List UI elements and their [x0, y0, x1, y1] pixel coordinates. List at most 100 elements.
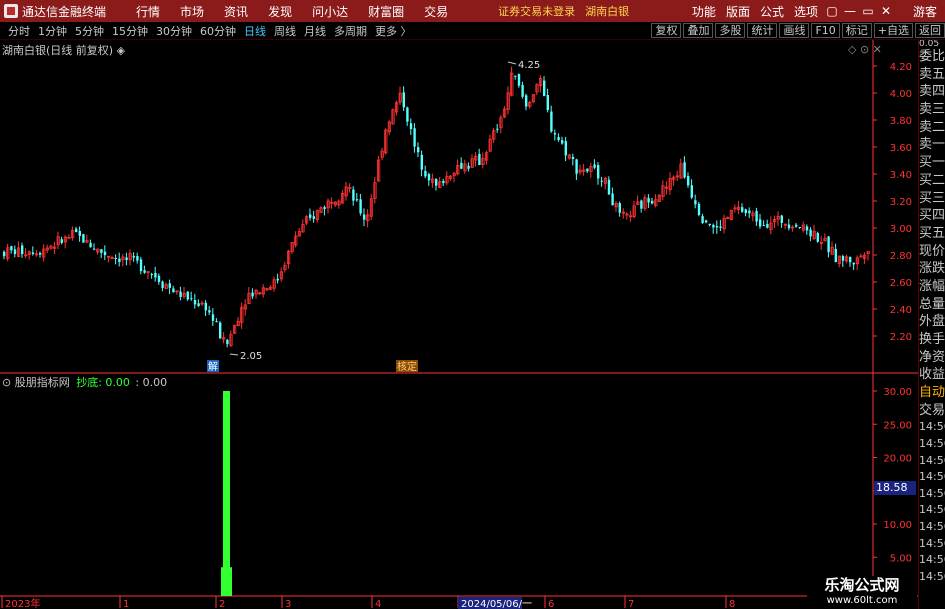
tab-weekly[interactable]: 周线: [270, 23, 300, 39]
tab-5min[interactable]: 5分钟: [71, 23, 108, 39]
menu-item-discover[interactable]: 发现: [258, 3, 302, 20]
quote-label[interactable]: 买五: [919, 225, 945, 243]
candle-body: [553, 133, 557, 135]
close-icon[interactable]: ✕: [877, 4, 895, 18]
guest-user[interactable]: 游客: [913, 3, 937, 20]
statistics-button[interactable]: 统计: [747, 23, 778, 38]
menu-item-function[interactable]: 功能: [687, 3, 721, 20]
candle-body: [82, 234, 85, 243]
menu-item-wealth[interactable]: 财富圈: [358, 3, 414, 20]
quote-label[interactable]: 买一: [919, 154, 945, 172]
candle-body: [712, 224, 715, 228]
login-notice[interactable]: 证券交易未登录: [498, 3, 575, 19]
back-button[interactable]: 返回: [915, 23, 945, 38]
add-watchlist-button[interactable]: +自选: [873, 23, 913, 38]
quote-label[interactable]: 卖五: [919, 66, 945, 84]
menu-item-quotes[interactable]: 行情: [126, 3, 170, 20]
candle-body: [719, 226, 722, 228]
candle-body: [557, 137, 560, 141]
candle-body: [521, 84, 524, 97]
date-label: 7: [628, 599, 634, 609]
candle-body: [849, 256, 852, 263]
quote-label[interactable]: 卖一: [919, 136, 945, 154]
high-marker-label: 4.25: [518, 60, 540, 71]
price-tick-label: 4.20: [890, 62, 912, 73]
candle-body: [424, 170, 427, 177]
quote-label[interactable]: 净资: [919, 349, 945, 367]
tab-30min[interactable]: 30分钟: [152, 23, 196, 39]
candle-body: [694, 200, 697, 205]
tab-monthly[interactable]: 月线: [300, 23, 330, 39]
trade-time: 14:56: [919, 553, 945, 567]
menu-item-layout[interactable]: 版面: [721, 3, 755, 20]
quote-label[interactable]: 现价: [919, 243, 945, 261]
candle-body: [359, 199, 362, 214]
restore-layout-icon[interactable]: ▢: [823, 4, 841, 18]
price-tick-label: 3.40: [890, 170, 912, 181]
price-tick-label: 2.20: [890, 332, 912, 343]
quote-label[interactable]: 买二: [919, 172, 945, 190]
tab-more[interactable]: 更多 〉: [371, 23, 416, 39]
candle-body: [89, 242, 92, 248]
overlay-button[interactable]: 叠加: [683, 23, 714, 38]
watermark-url: www.60lt.com: [826, 595, 898, 606]
indicator-tick-label: 25.00: [883, 420, 912, 431]
multi-stock-button[interactable]: 多股: [715, 23, 746, 38]
f10-button[interactable]: F10: [811, 23, 840, 38]
quote-label[interactable]: 卖四: [919, 83, 945, 101]
candle-body: [363, 214, 366, 220]
quote-label[interactable]: 委比: [919, 48, 945, 66]
quote-label[interactable]: 总量: [919, 296, 945, 314]
date-label: 1: [123, 599, 129, 609]
tab-1min[interactable]: 1分钟: [34, 23, 71, 39]
trade-time: 14:56: [919, 453, 945, 467]
candle-body: [276, 278, 279, 281]
quote-label[interactable]: 卖三: [919, 101, 945, 119]
tab-intraday[interactable]: 分时: [4, 23, 34, 39]
main-menu: 行情 市场 资讯 发现 问小达 财富圈 交易: [126, 3, 458, 20]
quote-label[interactable]: 卖二: [919, 119, 945, 137]
tab-60min[interactable]: 60分钟: [196, 23, 240, 39]
quote-label[interactable]: 外盘: [919, 313, 945, 331]
indicator-collapse-icon[interactable]: ⊙: [2, 376, 11, 389]
kline-chart[interactable]: 4.20 4.00 3.80 3.60 3.40 3.20 3.00 2.80 2.60 2.40…: [0, 40, 918, 609]
quote-label[interactable]: 买三: [919, 190, 945, 208]
date-label: 8: [729, 599, 735, 609]
menu-item-market[interactable]: 市场: [170, 3, 214, 20]
candle-body: [312, 216, 315, 219]
quote-label[interactable]: 涨跌: [919, 260, 945, 278]
draw-line-button[interactable]: 画线: [779, 23, 810, 38]
maximize-icon[interactable]: ▭: [859, 4, 877, 18]
candle-body: [759, 219, 762, 227]
menu-item-trade[interactable]: 交易: [414, 3, 458, 20]
tab-multi-period[interactable]: 多周期: [330, 23, 371, 39]
panel-control-icons[interactable]: ◇ ⊙ ✕: [848, 43, 882, 56]
candle-body: [766, 223, 769, 228]
tab-15min[interactable]: 15分钟: [108, 23, 152, 39]
quote-label[interactable]: 买四: [919, 207, 945, 225]
quote-label[interactable]: 涨幅: [919, 278, 945, 296]
date-label: 2: [219, 599, 225, 609]
candle-body: [787, 224, 791, 229]
menu-item-news[interactable]: 资讯: [214, 3, 258, 20]
auto-label[interactable]: 自动: [919, 384, 945, 402]
trade-time: 14:56: [919, 437, 945, 451]
mark-button[interactable]: 标记: [841, 23, 872, 38]
menu-item-options[interactable]: 选项: [789, 3, 823, 20]
tab-daily[interactable]: 日线: [240, 23, 270, 39]
menu-item-ask[interactable]: 问小达: [302, 3, 358, 20]
adjust-button[interactable]: 复权: [651, 23, 682, 38]
candle-body: [827, 236, 830, 253]
minimize-icon[interactable]: —: [841, 4, 859, 18]
candle-body: [697, 203, 701, 215]
right-menu: 功能 版面 公式 选项 ▢ — ▭ ✕ 游客: [687, 3, 945, 20]
quote-label[interactable]: 收益: [919, 366, 945, 384]
indicator-caption[interactable]: ⊙ 股朋指标网 抄底: 0.00 : 0.00: [2, 374, 167, 390]
indicator-tick-label: 10.00: [883, 520, 912, 531]
quote-label[interactable]: 换手: [919, 331, 945, 349]
trade-label[interactable]: 交易: [919, 402, 945, 420]
candle-body: [168, 283, 171, 288]
menu-item-formula[interactable]: 公式: [755, 3, 789, 20]
candle-body: [60, 239, 63, 243]
stock-caption[interactable]: 湖南白银(日线 前复权) ◈: [2, 42, 125, 58]
